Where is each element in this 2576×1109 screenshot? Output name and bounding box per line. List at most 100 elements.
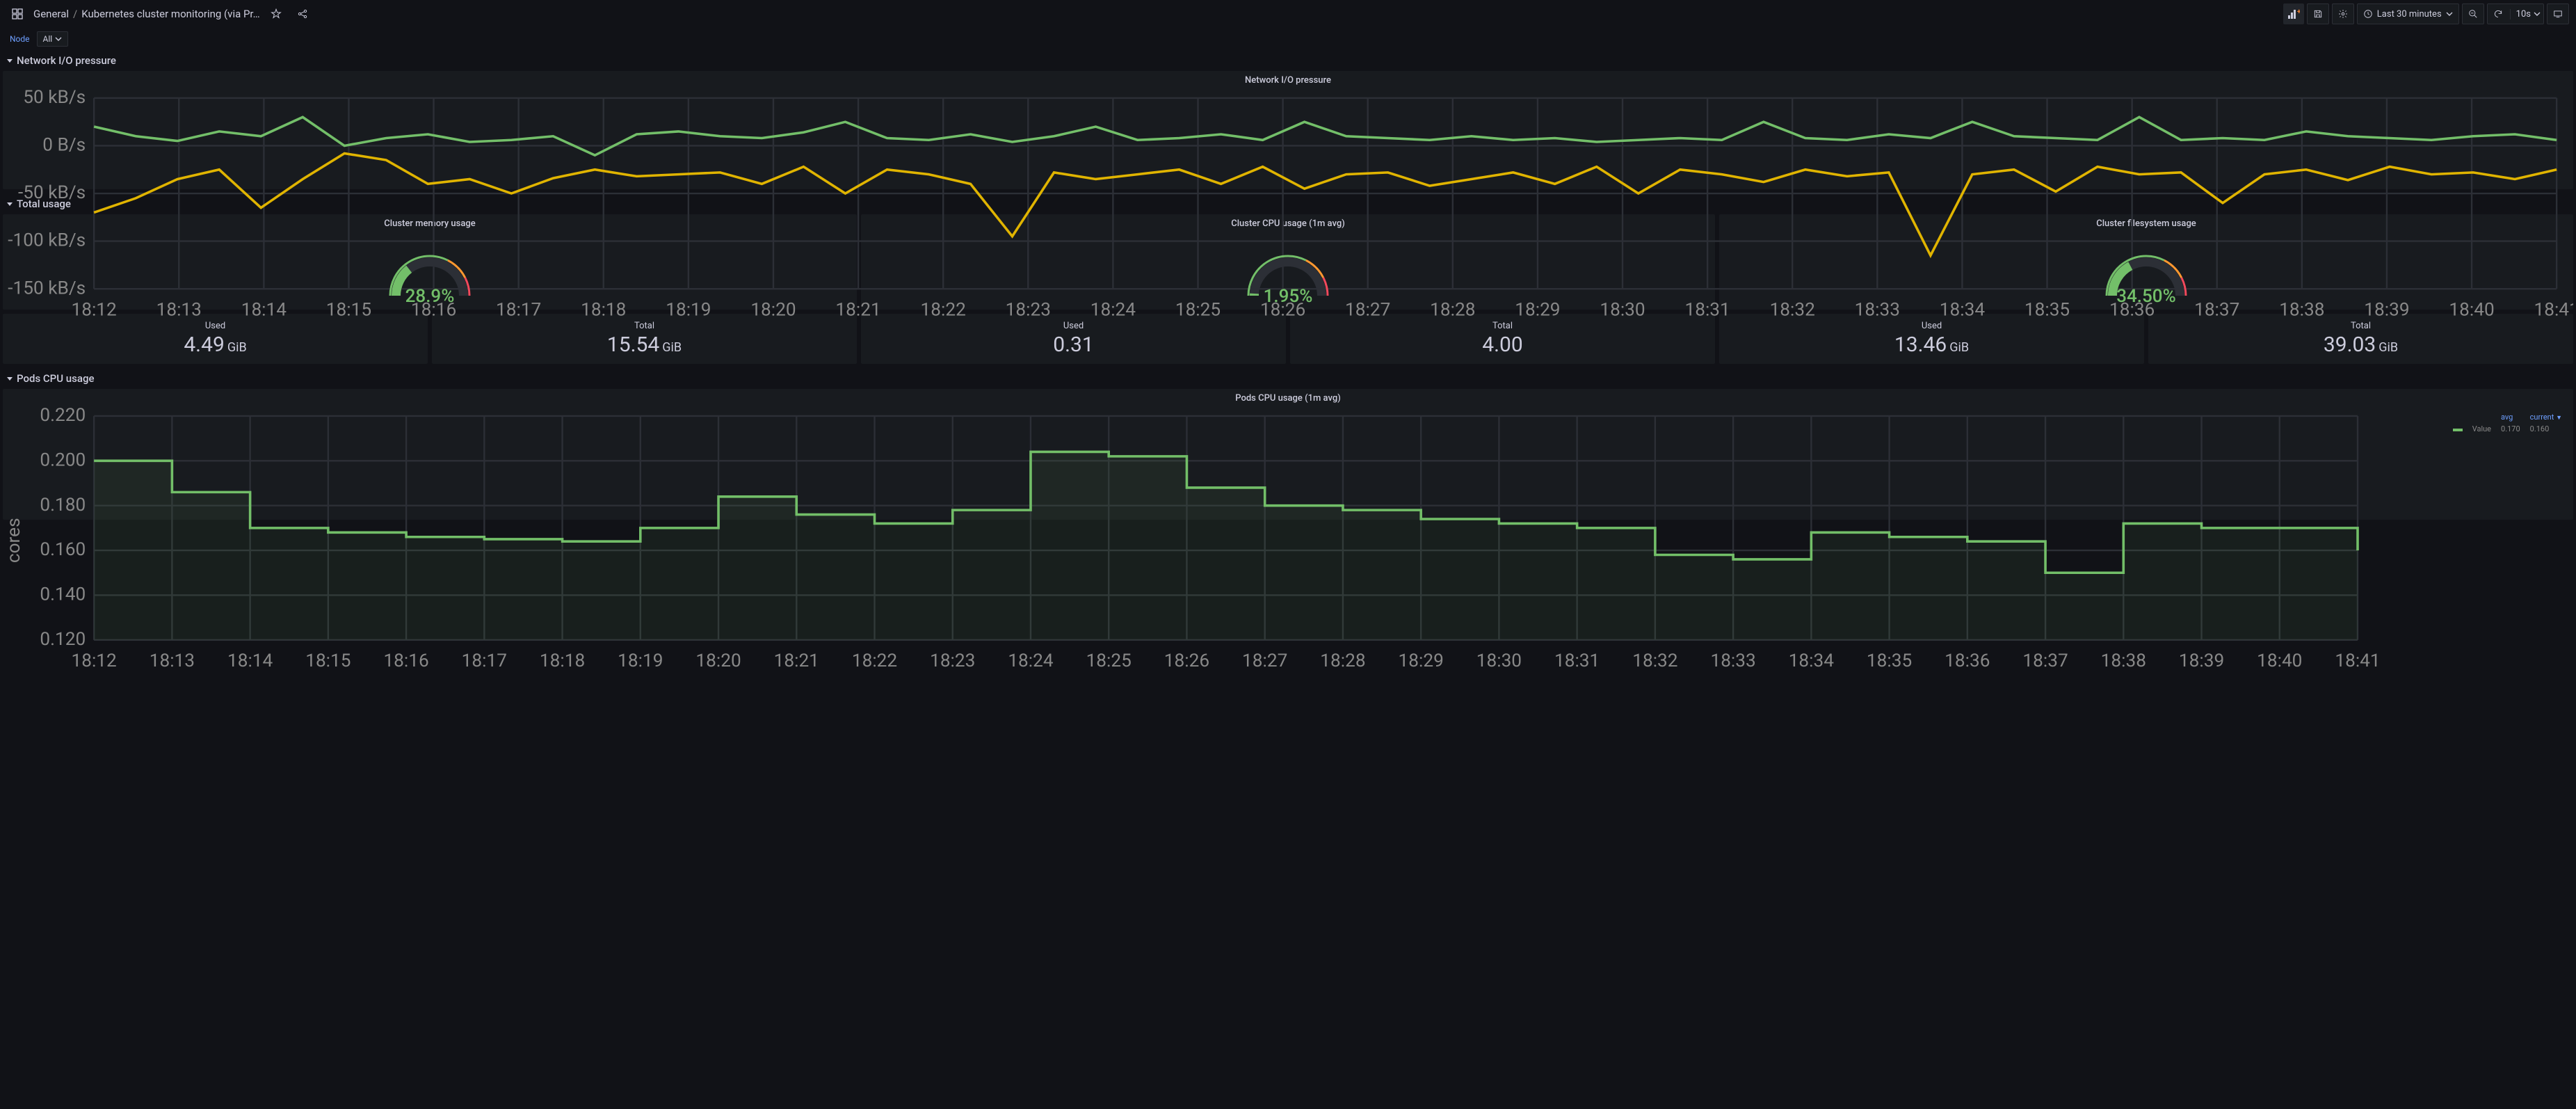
svg-text:18:25: 18:25 bbox=[1086, 651, 1132, 671]
svg-text:18:23: 18:23 bbox=[930, 651, 975, 671]
svg-text:18:26: 18:26 bbox=[1164, 651, 1209, 671]
stat-value: 4.49 bbox=[184, 333, 225, 357]
stat-label: Used bbox=[205, 321, 225, 331]
stat-unit: GiB bbox=[1949, 340, 1969, 355]
stat-value: 4.00 bbox=[1482, 333, 1523, 357]
svg-text:18:36: 18:36 bbox=[1945, 651, 1990, 671]
svg-text:0.120: 0.120 bbox=[40, 629, 86, 650]
row-header-pods-cpu[interactable]: Pods CPU usage bbox=[0, 368, 2576, 389]
pods-cpu-chart: cores 0.220 0.200 0.180 0.160 0.140 0.120 18:… bbox=[3, 408, 2573, 673]
variable-node-label: Node bbox=[7, 34, 33, 44]
svg-text:-50 kB/s: -50 kB/s bbox=[18, 182, 86, 203]
row-title-pods-cpu: Pods CPU usage bbox=[17, 372, 94, 385]
svg-text:18:19: 18:19 bbox=[618, 651, 663, 671]
chevron-down-icon bbox=[2534, 10, 2541, 17]
svg-text:+: + bbox=[2297, 8, 2300, 16]
svg-text:50 kB/s: 50 kB/s bbox=[23, 90, 86, 108]
refresh-interval-label: 10s bbox=[2516, 9, 2531, 19]
svg-text:18:12: 18:12 bbox=[71, 651, 116, 671]
star-icon[interactable] bbox=[266, 3, 287, 24]
svg-text:0.220: 0.220 bbox=[40, 408, 86, 426]
chevron-down-icon bbox=[2446, 10, 2453, 17]
svg-text:18:31: 18:31 bbox=[1554, 651, 1600, 671]
panel-pods-cpu[interactable]: Pods CPU usage (1m avg) avgcurrent ▼ Val… bbox=[3, 389, 2573, 520]
legend-cur-val: 0.160 bbox=[2526, 424, 2566, 434]
stat-value: 15.54 bbox=[607, 333, 659, 357]
breadcrumb-folder[interactable]: General bbox=[33, 8, 69, 20]
legend-series-name[interactable]: Value bbox=[2468, 424, 2495, 434]
svg-text:18:35: 18:35 bbox=[1867, 651, 1912, 671]
svg-text:18:17: 18:17 bbox=[462, 651, 507, 671]
svg-text:18:28: 18:28 bbox=[1320, 651, 1365, 671]
variable-row: Node All bbox=[0, 28, 2576, 50]
share-icon[interactable] bbox=[292, 3, 313, 24]
svg-text:18:21: 18:21 bbox=[774, 651, 819, 671]
svg-text:18:15: 18:15 bbox=[305, 651, 351, 671]
add-panel-icon[interactable]: + bbox=[2283, 3, 2304, 24]
chevron-down-icon bbox=[7, 59, 13, 63]
panel-title: Network I/O pressure bbox=[3, 71, 2573, 90]
gauge-fs-value: 34.50% bbox=[2116, 286, 2175, 307]
stat-unit: GiB bbox=[2378, 340, 2398, 355]
chevron-down-icon bbox=[7, 377, 13, 381]
breadcrumb-separator: / bbox=[73, 8, 77, 20]
svg-text:0.180: 0.180 bbox=[40, 495, 86, 516]
row-title-network: Network I/O pressure bbox=[17, 54, 116, 67]
stat-label: Used bbox=[1063, 321, 1084, 331]
refresh-button[interactable]: 10s bbox=[2487, 3, 2544, 24]
dashboards-icon[interactable] bbox=[7, 3, 28, 24]
stat-value: 13.46 bbox=[1894, 333, 1947, 357]
gauge-cpu-value: 1.95% bbox=[1264, 286, 1313, 307]
stat-value: 39.03 bbox=[2324, 333, 2376, 357]
stat-label: Total bbox=[2351, 321, 2371, 331]
tv-mode-icon[interactable] bbox=[2547, 3, 2569, 24]
svg-text:18:39: 18:39 bbox=[2179, 651, 2224, 671]
variable-node-value: All bbox=[43, 34, 53, 44]
svg-text:0.140: 0.140 bbox=[40, 584, 86, 605]
svg-text:0.200: 0.200 bbox=[40, 449, 86, 470]
gauge-mem-value: 28.9% bbox=[405, 286, 455, 307]
settings-icon[interactable] bbox=[2332, 3, 2354, 24]
pods-legend: avgcurrent ▼ Value0.1700.160 bbox=[2447, 410, 2568, 436]
svg-text:18:34: 18:34 bbox=[1789, 651, 1835, 671]
svg-text:18:16: 18:16 bbox=[383, 651, 428, 671]
svg-text:18:41: 18:41 bbox=[2335, 651, 2380, 671]
panel-network-io[interactable]: Network I/O pressure 50 kB/s0 B/s-50 kB/… bbox=[3, 71, 2573, 189]
stat-label: Total bbox=[634, 321, 654, 331]
svg-text:18:14: 18:14 bbox=[227, 651, 273, 671]
time-range-button[interactable]: Last 30 minutes bbox=[2357, 3, 2459, 24]
svg-text:18:29: 18:29 bbox=[1399, 651, 1444, 671]
svg-text:18:33: 18:33 bbox=[1710, 651, 1755, 671]
svg-text:18:37: 18:37 bbox=[2022, 651, 2068, 671]
stat-label: Total bbox=[1492, 321, 1513, 331]
legend-swatch bbox=[2453, 429, 2463, 431]
svg-text:0.160: 0.160 bbox=[40, 539, 86, 560]
panel-title: Pods CPU usage (1m avg) bbox=[3, 389, 2573, 408]
svg-text:18:24: 18:24 bbox=[1008, 651, 1054, 671]
stat-unit: GiB bbox=[662, 340, 682, 355]
stat-value: 0.31 bbox=[1053, 333, 1094, 357]
svg-text:18:30: 18:30 bbox=[1476, 651, 1522, 671]
svg-text:18:40: 18:40 bbox=[2257, 651, 2302, 671]
svg-text:0 B/s: 0 B/s bbox=[42, 135, 86, 156]
legend-avg-val: 0.170 bbox=[2497, 424, 2525, 434]
row-header-network[interactable]: Network I/O pressure bbox=[0, 50, 2576, 71]
svg-text:18:13: 18:13 bbox=[150, 651, 195, 671]
legend-col-current[interactable]: current ▼ bbox=[2526, 412, 2566, 422]
zoom-out-icon[interactable] bbox=[2462, 3, 2484, 24]
svg-text:18:18: 18:18 bbox=[540, 651, 585, 671]
chevron-down-icon bbox=[55, 35, 62, 42]
breadcrumb: General / Kubernetes cluster monitoring … bbox=[33, 8, 260, 20]
dashboard-header: General / Kubernetes cluster monitoring … bbox=[0, 0, 2576, 28]
svg-text:cores: cores bbox=[3, 518, 24, 563]
variable-node-select[interactable]: All bbox=[37, 31, 69, 47]
breadcrumb-dashboard[interactable]: Kubernetes cluster monitoring (via Pr… bbox=[81, 8, 259, 20]
stat-label: Used bbox=[1922, 321, 1942, 331]
svg-text:18:27: 18:27 bbox=[1242, 651, 1287, 671]
time-range-label: Last 30 minutes bbox=[2377, 9, 2442, 19]
stat-unit: GiB bbox=[227, 340, 247, 355]
legend-col-avg[interactable]: avg bbox=[2497, 412, 2525, 422]
svg-text:18:20: 18:20 bbox=[695, 651, 741, 671]
save-icon[interactable] bbox=[2307, 3, 2329, 24]
svg-text:18:32: 18:32 bbox=[1632, 651, 1677, 671]
